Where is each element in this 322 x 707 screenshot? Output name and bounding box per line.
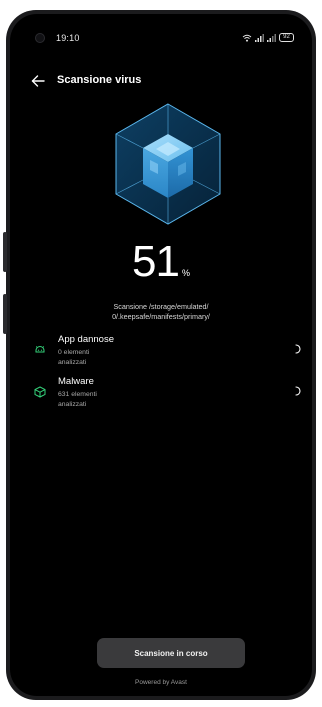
app-header: Scansione virus [10, 70, 312, 94]
status-icons: 92 [242, 33, 294, 42]
scanning-button[interactable]: Scansione in corso [97, 638, 245, 668]
status-bar: 19:10 92 [10, 14, 312, 44]
scan-item-detail: 0 elementi analizzati [58, 349, 90, 366]
scan-progress: 51% [10, 240, 312, 284]
screen: 19:10 92 Scansione virus 51 % Scansione … [10, 14, 312, 696]
progress-unit: % [181, 268, 190, 278]
battery-icon: 92 [279, 33, 294, 42]
spinner-icon [295, 344, 301, 354]
powered-by-label: Powered by Avast [135, 679, 187, 686]
cube-icon [34, 386, 46, 398]
spinner-icon [295, 386, 301, 396]
arrow-left-icon[interactable] [30, 74, 46, 88]
front-camera [35, 33, 45, 43]
status-time: 19:10 [56, 33, 80, 43]
scan-path-text: Scansione /storage/emulated/ 0/.keepsafe… [112, 302, 210, 321]
signal-icon [267, 33, 276, 42]
scan-item-title: App dannose [58, 334, 114, 345]
scan-item-malware: Malware 631 elementi analizzati [10, 376, 312, 416]
power-button [3, 294, 7, 334]
volume-button [3, 232, 7, 272]
android-icon [35, 346, 45, 353]
signal-icon [255, 33, 264, 42]
progress-percent: 51 [132, 237, 180, 286]
scan-item-title: Malware [58, 376, 94, 387]
scan-item-detail: 631 elementi analizzati [58, 391, 97, 408]
page-title: Scansione virus [57, 74, 142, 86]
scan-item-harmful-apps: App dannose 0 elementi analizzati [10, 334, 312, 374]
phone-frame: 19:10 92 Scansione virus 51 % Scansione … [3, 10, 316, 700]
wifi-icon [242, 34, 252, 42]
scan-cube-graphic [115, 103, 221, 225]
